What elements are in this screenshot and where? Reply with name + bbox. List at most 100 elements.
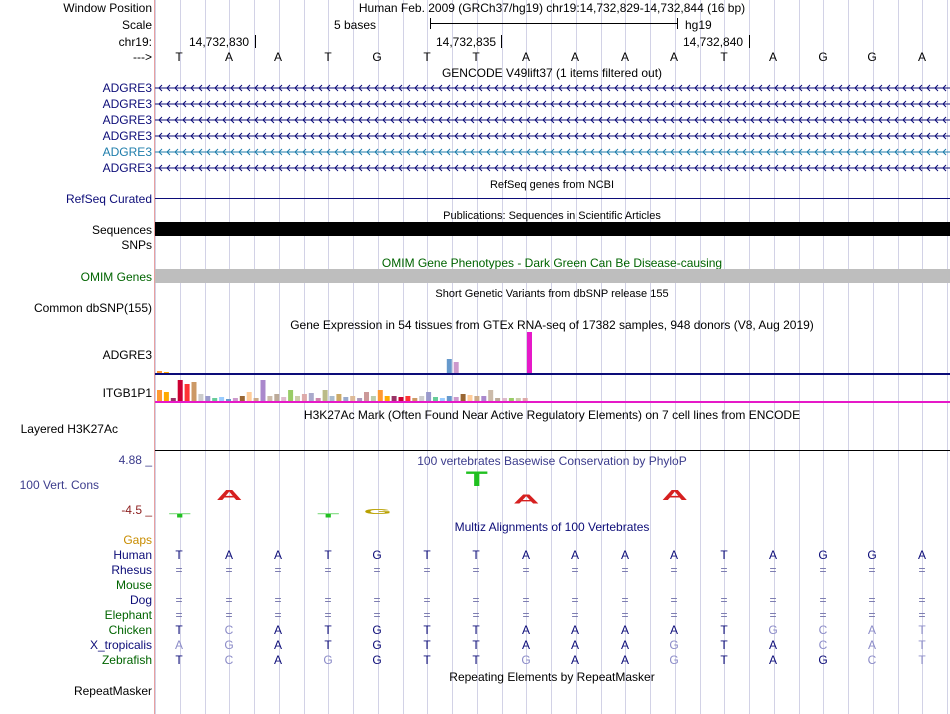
- gtex-bar-adgre3: [163, 372, 169, 373]
- gtex-bar-itgb1p1: [184, 384, 190, 402]
- aligned-base: G: [323, 653, 333, 667]
- aligned-base: A: [174, 638, 183, 652]
- aligned-base: =: [819, 608, 827, 622]
- cons-track-label[interactable]: 100 Vert. Cons: [20, 478, 99, 492]
- phylop-letter: A: [563, 458, 589, 466]
- aligned-base: =: [720, 563, 728, 577]
- aligned-base: =: [472, 563, 480, 577]
- omim-track-title: OMIM Gene Phenotypes - Dark Green Can Be…: [381, 256, 723, 270]
- gencode-transcripts[interactable]: [155, 80, 950, 180]
- aligned-base: A: [521, 623, 530, 637]
- gencode-item-label[interactable]: ADGRE3: [103, 81, 152, 95]
- gtex-bar-itgb1p1: [488, 390, 494, 402]
- gencode-item-label[interactable]: ADGRE3: [103, 145, 152, 159]
- transcript-row[interactable]: [155, 84, 950, 92]
- human-base: T: [720, 548, 728, 562]
- gtex-bar-itgb1p1: [364, 392, 369, 402]
- transcript-row[interactable]: [155, 132, 950, 140]
- refseq-track-label[interactable]: RefSeq Curated: [66, 192, 152, 206]
- gtex-gene-label-itgb1p1[interactable]: ITGB1P1: [103, 386, 152, 400]
- species-label-human: Human: [113, 548, 152, 562]
- gtex-bar-itgb1p1: [308, 393, 314, 402]
- gencode-item-label[interactable]: ADGRE3: [103, 129, 152, 143]
- gtex-bar-itgb1p1: [157, 390, 162, 402]
- gtex-gene-label-adgre3[interactable]: ADGRE3: [103, 348, 152, 362]
- aligned-base: =: [274, 593, 282, 607]
- gtex-expression-bars[interactable]: [155, 330, 950, 405]
- aligned-base: T: [472, 653, 480, 667]
- reference-base: T: [324, 50, 332, 64]
- track-image[interactable]: Human Feb. 2009 (GRCh37/hg19) chr19:14,7…: [155, 0, 950, 714]
- transcript-row[interactable]: [155, 148, 950, 156]
- omim-track-label[interactable]: OMIM Genes: [81, 270, 152, 284]
- aligned-base: G: [669, 638, 679, 652]
- transcript-row[interactable]: [155, 100, 950, 108]
- scale-bar-left-tick: [430, 18, 431, 29]
- aligned-base: T: [472, 623, 480, 637]
- aligned-base: =: [769, 593, 777, 607]
- omim-gene-bar[interactable]: [155, 269, 950, 283]
- scale-bar-right-tick: [677, 18, 678, 29]
- gtex-bar-itgb1p1: [260, 380, 266, 402]
- human-base: T: [472, 548, 480, 562]
- scale-text: 5 bases: [333, 18, 376, 32]
- gencode-item-label[interactable]: ADGRE3: [103, 97, 152, 111]
- window-position-label: Window Position: [63, 1, 152, 15]
- gencode-item-label[interactable]: ADGRE3: [103, 113, 152, 127]
- aligned-base: C: [867, 653, 877, 667]
- aligned-base: =: [324, 608, 332, 622]
- human-base: G: [818, 548, 828, 562]
- human-base: A: [273, 548, 282, 562]
- aligned-base: T: [720, 623, 728, 637]
- cons-max-label: 4.88 _: [118, 453, 152, 467]
- reference-base: T: [175, 50, 183, 64]
- phylop-letter: T: [317, 513, 339, 518]
- aligned-base: T: [472, 638, 480, 652]
- aligned-base: A: [570, 638, 579, 652]
- cons-min-label: -4.5 _: [121, 503, 152, 517]
- publications-track-title: Publications: Sequences in Scientific Ar…: [443, 210, 661, 222]
- aligned-base: G: [372, 653, 382, 667]
- aligned-base: T: [175, 623, 183, 637]
- aligned-base: T: [720, 638, 728, 652]
- aligned-base: =: [571, 608, 579, 622]
- multiz-track-title: Multiz Alignments of 100 Vertebrates: [454, 520, 650, 534]
- aligned-base: =: [274, 608, 282, 622]
- snps-track-label[interactable]: SNPs: [121, 238, 152, 252]
- species-label-xtropicalis: X_tropicalis: [89, 638, 152, 652]
- species-label-mouse: Mouse: [115, 578, 152, 592]
- aligned-base: A: [620, 638, 629, 652]
- aligned-base: =: [918, 563, 926, 577]
- ruler-tick: [749, 35, 750, 48]
- dbsnp-track-label[interactable]: Common dbSNP(155): [34, 301, 152, 315]
- aligned-base: =: [373, 608, 381, 622]
- aligned-base: T: [918, 638, 926, 652]
- aligned-base: C: [224, 653, 234, 667]
- phylop-logo[interactable]: TAATGTTAAAATAGGA: [155, 458, 950, 518]
- gtex-bar-itgb1p1: [377, 390, 383, 402]
- publications-sequences-bar[interactable]: [155, 222, 950, 236]
- gtex-bar-itgb1p1: [301, 394, 307, 402]
- repeatmasker-track-label[interactable]: RepeatMasker: [74, 684, 152, 698]
- human-base: G: [372, 548, 382, 562]
- aligned-base: G: [372, 638, 382, 652]
- reference-base: A: [768, 50, 777, 64]
- aligned-base: C: [818, 638, 828, 652]
- reference-base: G: [818, 50, 828, 64]
- human-base: A: [570, 548, 579, 562]
- transcript-row[interactable]: [155, 164, 950, 172]
- transcript-row[interactable]: [155, 116, 950, 124]
- sequences-track-label[interactable]: Sequences: [92, 223, 152, 237]
- scale-bar: [430, 23, 677, 24]
- aligned-base: =: [175, 608, 183, 622]
- track-label-column: Window Position Scale chr19: ---> ADGRE3…: [0, 0, 154, 714]
- gencode-item-label[interactable]: ADGRE3: [103, 161, 152, 175]
- h3k27ac-track-label[interactable]: Layered H3K27Ac: [21, 422, 118, 436]
- aligned-base: =: [868, 593, 876, 607]
- aligned-base: =: [324, 593, 332, 607]
- aligned-base: =: [670, 593, 678, 607]
- reference-base: A: [570, 50, 579, 64]
- phylop-letter: T: [169, 513, 191, 518]
- aligned-base: =: [472, 593, 480, 607]
- reference-base: T: [472, 50, 480, 64]
